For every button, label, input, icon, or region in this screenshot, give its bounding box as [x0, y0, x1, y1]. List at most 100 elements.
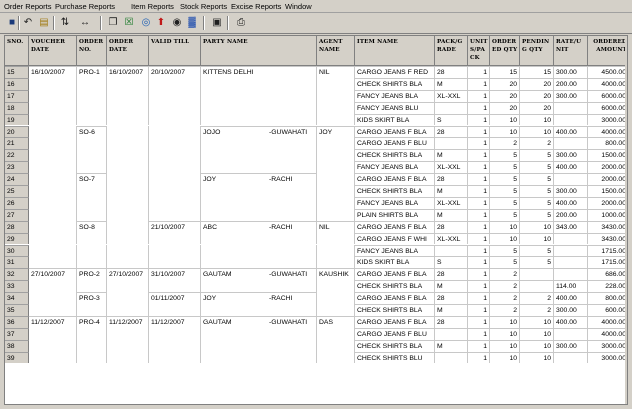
menu-item-5[interactable]: Window [285, 2, 312, 11]
cell-oqty: 10 [490, 339, 520, 352]
print-icon[interactable]: ⎙ [234, 16, 248, 30]
save-icon[interactable]: ■ [5, 16, 19, 30]
menu-item-3[interactable]: Stock Reports [180, 2, 227, 11]
chart-icon[interactable]: ▓ [185, 16, 199, 30]
column-header-ono[interactable]: ORDER NO. [77, 36, 107, 66]
move-icon[interactable]: ↔ [78, 16, 92, 30]
table-row[interactable]: 36 11/12/2007 PRO-4 11/12/2007 11/12/2007 GAU… [5, 315, 627, 328]
table-row[interactable]: 15 16/10/2007 PRO-1 16/10/2007 20/10/2007 KIT… [5, 66, 627, 78]
column-header-odate[interactable]: ORDER DATE [107, 36, 149, 66]
report-grid[interactable]: SNO. VOUCHER DATE ORDER NO. ORDER DATE VALID… [4, 35, 628, 405]
cell-units: 1 [468, 339, 490, 352]
web-icon[interactable]: ◎ [139, 16, 153, 30]
cell-oqty: 10 [490, 351, 520, 364]
cell-units: 1 [468, 292, 490, 304]
menu-item-4[interactable]: Excise Reports [231, 2, 281, 11]
up-arrow-icon[interactable]: ⬆ [154, 16, 168, 30]
table-row[interactable]: 16 CHECK SHIRTS BLA M 1 20 20 200.00 4000.00 [5, 77, 627, 90]
table-row[interactable]: 37 CARGO JEANS F BLU 1 10 10 4000.00 [5, 327, 627, 340]
copy-icon[interactable]: ❐ [106, 16, 120, 30]
cell-pqty [520, 268, 554, 281]
table-row[interactable]: 27 PLAIN SHIRTS BLA M 1 5 5 200.00 1000.00 [5, 208, 627, 221]
cell-agent [317, 232, 355, 245]
column-header-party[interactable]: PARTY NAME [201, 36, 317, 66]
cell-sno: 18 [5, 101, 29, 114]
cell-oqty: 2 [490, 304, 520, 316]
cell-pack [435, 244, 468, 257]
cell-pqty: 20 [520, 89, 554, 102]
menu-item-2[interactable]: Item Reports [131, 2, 174, 11]
table-row[interactable]: 18 FANCY JEANS BLU 1 20 20 6000.00 [5, 101, 627, 114]
column-header-amount[interactable]: ORDERED AMOUNT [588, 36, 627, 66]
cell-item: CHECK SHIRTS BLA [355, 339, 435, 352]
cell-valid: 01/11/2007 [149, 292, 201, 304]
table-row[interactable]: 32 27/10/2007 PRO-2 27/10/2007 31/10/2007 GAU… [5, 268, 627, 281]
table-row[interactable]: 25 CHECK SHIRTS BLA M 1 5 5 300.00 1500.00 [5, 185, 627, 197]
cell-amount: 4500.00 [588, 66, 627, 78]
table-row[interactable]: 33 CHECK SHIRTS BLA M 1 2 114.00 228.00 [5, 280, 627, 293]
column-header-vdate[interactable]: VOUCHER DATE [29, 36, 77, 66]
table-row[interactable]: 39 CHECK SHIRTS BLU 1 10 10 3000.00 [5, 351, 627, 364]
column-header-sno[interactable]: SNO. [5, 36, 29, 66]
menu-item-1[interactable]: Purchase Reports [55, 2, 115, 11]
cell-sno: 30 [5, 244, 29, 257]
cell-amount: 1715.00 [588, 244, 627, 257]
vertical-scrollbar[interactable] [625, 36, 627, 404]
column-header-pack[interactable]: PACK/G RADE [435, 36, 468, 66]
menu-item-0[interactable]: Order Reports [4, 2, 52, 11]
table-row[interactable]: 29 CARGO JEANS F WHI XL-XXL 1 10 10 3430.00 [5, 232, 627, 245]
cell-rate [554, 173, 588, 185]
open-icon[interactable]: ▤ [37, 16, 51, 30]
table-row[interactable]: 20 SO-6 JOJO -GUWAHATI JOY CARGO JEANS F BLA 2… [5, 125, 627, 138]
table-row[interactable]: 26 FANCY JEANS BLA XL-XXL 1 5 5 400.00 2000.00 [5, 196, 627, 209]
column-header-rate[interactable]: RATE/U NIT [554, 36, 588, 66]
table-row[interactable]: 19 KIDS SKIRT BLA S 1 10 10 3000.00 [5, 113, 627, 126]
table-row[interactable]: 23 FANCY JEANS BLA XL-XXL 1 5 5 400.00 2000.00 [5, 161, 627, 174]
cell-ono: SO-8 [77, 220, 107, 233]
menu-bar: Order Reports Purchase Reports Item Report… [0, 0, 632, 13]
column-header-valid[interactable]: VALID TILL [149, 36, 201, 66]
cell-pack [435, 137, 468, 150]
cell-party [201, 339, 317, 352]
table-row[interactable]: 21 CARGO JEANS F BLU 1 2 2 800.00 [5, 137, 627, 150]
cell-units: 1 [468, 208, 490, 221]
cell-amount: 1500.00 [588, 149, 627, 161]
cell-sno: 23 [5, 161, 29, 174]
sort-icon[interactable]: ⇅ [58, 16, 72, 30]
binoculars-icon[interactable]: ◉ [170, 16, 184, 30]
party-name: GAUTAM [203, 318, 232, 326]
table-row[interactable]: 35 CHECK SHIRTS BLA M 1 2 2 300.00 600.00 [5, 304, 627, 316]
cell-sno: 33 [5, 280, 29, 293]
cell-odate: 27/10/2007 [107, 268, 149, 281]
table-row[interactable]: 28 SO-8 21/10/2007 ABC -RACHI NIL CARGO JEANS … [5, 220, 627, 233]
column-header-pqty[interactable]: PENDIN G QTY [520, 36, 554, 66]
cell-vdate [29, 89, 77, 102]
cell-sno: 29 [5, 232, 29, 245]
undo-icon[interactable]: ↶ [21, 16, 35, 30]
column-header-agent[interactable]: AGENT NAME [317, 36, 355, 66]
cell-ono [77, 161, 107, 174]
table-row[interactable]: 31 KIDS SKIRT BLA S 1 5 5 1715.00 [5, 256, 627, 269]
table-row[interactable]: 17 FANCY JEANS BLA XL-XXL 1 20 20 300.00 6000.0… [5, 89, 627, 102]
column-header-item[interactable]: ITEM NAME [355, 36, 435, 66]
cell-item: FANCY JEANS BLU [355, 101, 435, 114]
cell-odate [107, 304, 149, 316]
column-header-units[interactable]: UNIT S/PA CK [468, 36, 490, 66]
cell-oqty: 5 [490, 244, 520, 257]
cell-item: CARGO JEANS F RED [355, 66, 435, 78]
cell-sno: 38 [5, 339, 29, 352]
party-name: JOY [203, 295, 217, 303]
table-row[interactable]: 24 SO-7 JOY -RACHI CARGO JEANS F BLA 28 1 5 5 200… [5, 173, 627, 185]
cell-item: CARGO JEANS F BLU [355, 137, 435, 150]
cell-vdate [29, 137, 77, 150]
table-row[interactable]: 30 FANCY JEANS BLA 1 5 5 1715.00 [5, 244, 627, 257]
cell-item: CARGO JEANS F BLA [355, 292, 435, 304]
table-row[interactable]: 38 CHECK SHIRTS BLA M 1 10 10 300.00 3000.00 [5, 339, 627, 352]
table-row[interactable]: 22 CHECK SHIRTS BLA M 1 5 5 300.00 1500.00 [5, 149, 627, 162]
cell-pqty: 5 [520, 173, 554, 185]
cell-pqty: 10 [520, 315, 554, 328]
preview-icon[interactable]: ▣ [210, 16, 224, 30]
column-header-oqty[interactable]: ORDER ED QTY [490, 36, 520, 66]
excel-icon[interactable]: ☒ [122, 16, 136, 30]
table-row[interactable]: 34 PRO-3 01/11/2007 JOY -RACHI CARGO JEANS F … [5, 292, 627, 304]
